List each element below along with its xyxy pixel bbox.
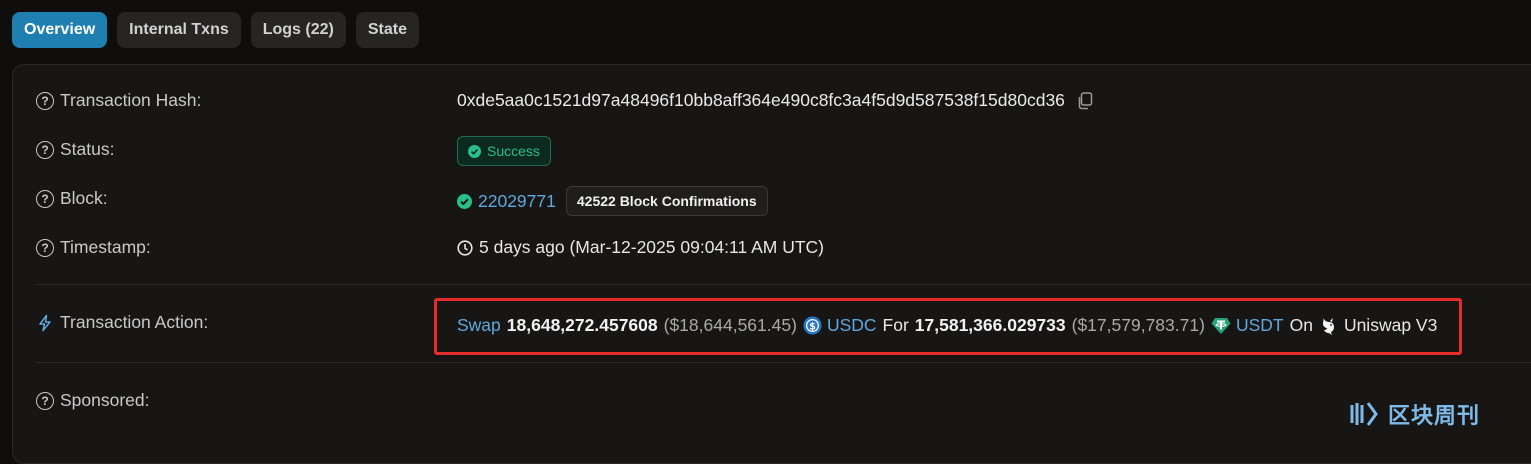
tab-internal-txns[interactable]: Internal Txns	[117, 12, 241, 48]
for-text: For	[882, 315, 909, 335]
amount-out: 17,581,366.029733	[914, 315, 1066, 335]
tab-overview[interactable]: Overview	[12, 12, 108, 48]
help-icon[interactable]: ?	[36, 391, 54, 410]
status-label: ? Status:	[36, 139, 114, 160]
tab-bar: Overview Internal Txns Logs (22) State	[12, 12, 419, 48]
check-circle-icon	[457, 193, 472, 209]
tab-state[interactable]: State	[355, 12, 419, 48]
block-value: 22029771 42522 Block Confirmations	[457, 186, 768, 216]
timestamp-label: ? Timestamp:	[36, 237, 151, 258]
token-in-link[interactable]: USDC	[827, 315, 877, 336]
block-number-link[interactable]: 22029771	[478, 191, 556, 212]
timestamp-value: 5 days ago (Mar-12-2025 09:04:11 AM UTC)	[457, 237, 824, 258]
token-out-link[interactable]: USDT	[1236, 315, 1284, 336]
copy-icon[interactable]	[1077, 91, 1093, 110]
transaction-hash-label: ? Transaction Hash:	[36, 90, 201, 111]
amount-out-usd: ($17,579,783.71)	[1071, 315, 1205, 335]
on-text: On	[1289, 315, 1313, 335]
watermark: 区块周刊	[1350, 398, 1480, 430]
transaction-hash-value: 0xde5aa0c1521d97a48496f10bb8aff364e490c8…	[457, 90, 1093, 111]
check-circle-icon	[468, 144, 481, 158]
svg-text:$: $	[809, 321, 816, 332]
transaction-overview-card	[12, 64, 1531, 464]
watermark-logo-icon	[1350, 402, 1378, 426]
swap-link[interactable]: Swap	[457, 315, 501, 336]
watermark-text: 区块周刊	[1388, 403, 1481, 428]
status-badge: Success	[457, 136, 551, 166]
help-icon[interactable]: ?	[36, 91, 54, 110]
usdc-icon: $	[803, 316, 822, 335]
status-value: Success	[457, 136, 551, 166]
lightning-icon	[39, 314, 51, 331]
dex-name: Uniswap V3	[1343, 315, 1438, 335]
tab-logs[interactable]: Logs (22)	[250, 12, 346, 48]
section-divider	[36, 284, 1531, 285]
block-label: ? Block:	[36, 188, 108, 209]
transaction-action-value: Swap 18,648,272.457608 ($18,644,561.45) …	[457, 315, 1437, 336]
help-icon[interactable]: ?	[36, 189, 54, 208]
section-divider	[36, 362, 1531, 363]
usdt-icon	[1211, 317, 1231, 334]
uniswap-unicorn-icon	[1322, 317, 1334, 335]
help-icon[interactable]: ?	[36, 140, 54, 159]
amount-in: 18,648,272.457608	[506, 315, 658, 335]
transaction-hash[interactable]: 0xde5aa0c1521d97a48496f10bb8aff364e490c8…	[457, 90, 1065, 111]
clock-icon	[457, 239, 473, 256]
help-icon[interactable]: ?	[36, 238, 54, 257]
amount-in-usd: ($18,644,561.45)	[663, 315, 797, 335]
transaction-action-label: Transaction Action:	[36, 312, 208, 333]
block-confirmations-badge: 42522 Block Confirmations	[565, 186, 768, 216]
sponsored-label: ? Sponsored:	[36, 390, 150, 411]
